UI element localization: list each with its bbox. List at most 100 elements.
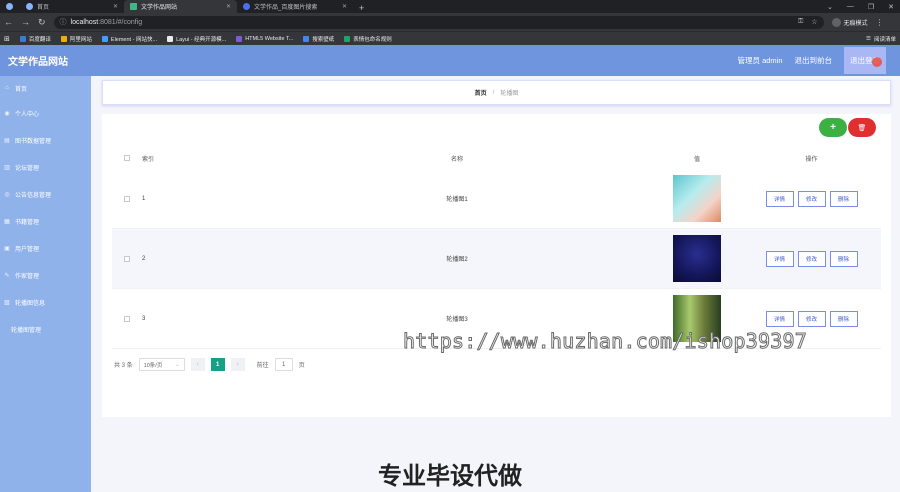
- bookmark[interactable]: 百度翻译: [19, 35, 51, 43]
- profile-label: 无痕模式: [843, 20, 868, 27]
- select-all-checkbox[interactable]: [124, 155, 130, 161]
- app-title: 文学作品网站: [8, 57, 68, 68]
- row-checkbox[interactable]: [124, 315, 130, 322]
- goto-page-input[interactable]: 1: [274, 358, 293, 371]
- bookmark-icon: [303, 35, 310, 42]
- table-row: 2 轮播图2 详情 修改 删除: [112, 229, 881, 289]
- delete-button[interactable]: 删除: [829, 250, 858, 267]
- detail-button[interactable]: 详情: [765, 250, 794, 267]
- sidebar-item-book-data[interactable]: ▤ 图书数据管理: [0, 127, 91, 154]
- row-checkbox[interactable]: [124, 255, 130, 262]
- next-page-button[interactable]: ›: [230, 358, 245, 371]
- pagination-total: 共 3 条: [114, 363, 133, 369]
- apps-icon[interactable]: ⊞: [4, 35, 10, 43]
- browser-tab-search[interactable]: 文学作品_百度图片搜索 ✕: [237, 0, 353, 13]
- reload-icon[interactable]: ↻: [38, 17, 46, 28]
- incognito-profile[interactable]: 无痕模式: [831, 17, 868, 27]
- breadcrumb-current: 轮播图: [500, 91, 519, 97]
- close-window-icon[interactable]: ✕: [888, 3, 894, 11]
- table-row: 1 轮播图1 详情 修改 删除: [112, 169, 881, 229]
- delete-button[interactable]: 删除: [829, 190, 858, 207]
- sidebar-item-notice[interactable]: ◎ 公告信息管理: [0, 181, 91, 208]
- bookmark[interactable]: Element - 网站快...: [101, 35, 158, 43]
- delete-button[interactable]: 删除: [829, 310, 858, 327]
- user-icon: ◉: [4, 111, 10, 117]
- close-icon[interactable]: ✕: [342, 3, 347, 10]
- edit-button[interactable]: 修改: [797, 250, 826, 267]
- chevron-down-icon[interactable]: ⌄: [827, 3, 833, 11]
- header-ops: 操作: [805, 156, 818, 163]
- bookmark[interactable]: Layui - 经典开源模...: [167, 35, 226, 43]
- menu-icon[interactable]: ⋮: [876, 18, 884, 27]
- browser-tab[interactable]: [0, 0, 20, 13]
- page-suffix: 页: [298, 363, 305, 369]
- minimize-icon[interactable]: —: [847, 3, 854, 10]
- info-icon[interactable]: ⓘ: [60, 17, 67, 27]
- reading-list-label: 阅读清单: [873, 36, 896, 43]
- sidebar-item-profile[interactable]: ◉ 个人中心: [0, 100, 91, 127]
- detail-button[interactable]: 详情: [765, 190, 794, 207]
- bookmark[interactable]: 搜索壁纸: [303, 35, 334, 43]
- bookmarks-bar: ⊞ 百度翻译 阿里网站 Element - 网站快... Layui - 经典开…: [0, 31, 900, 45]
- bookmark[interactable]: 表情包命名规则: [344, 35, 392, 43]
- chrome-icon: [6, 3, 13, 10]
- reading-list[interactable]: ☰ 阅读清单: [866, 35, 896, 43]
- bookmark[interactable]: HTML5 Website T...: [236, 35, 294, 42]
- prev-page-button[interactable]: ‹: [190, 358, 205, 371]
- bookmark-label: Layui - 经典开源模...: [176, 36, 227, 43]
- address-bar[interactable]: ⓘ localhost:8081/#/config ⚿ ☆: [53, 15, 824, 29]
- back-icon[interactable]: ←: [4, 17, 13, 27]
- close-icon[interactable]: ✕: [226, 3, 231, 10]
- users-icon: ▣: [4, 246, 10, 252]
- breadcrumb-separator: /: [492, 89, 495, 96]
- breadcrumb: 首页 / 轮播图: [102, 80, 891, 105]
- exit-to-front-link[interactable]: 退出到前台: [795, 55, 833, 66]
- sidebar-item-carousel-info[interactable]: ▧ 轮播图信息: [0, 289, 91, 316]
- maximize-icon[interactable]: ❐: [868, 3, 874, 11]
- bookmark[interactable]: 阿里网站: [60, 35, 92, 43]
- bookmark-label: HTML5 Website T...: [245, 35, 294, 42]
- breadcrumb-home[interactable]: 首页: [475, 88, 487, 97]
- row-checkbox[interactable]: [124, 195, 130, 202]
- close-icon[interactable]: ✕: [113, 3, 118, 10]
- browser-tab-active[interactable]: 文学作品网站 ✕: [124, 0, 237, 13]
- bookmark-icon: [101, 35, 108, 42]
- sidebar-item-books[interactable]: ▦ 书籍管理: [0, 208, 91, 235]
- carousel-thumbnail[interactable]: [673, 175, 721, 222]
- sidebar: ⌂ 首页 ◉ 个人中心 ▤ 图书数据管理 ▥ 论坛管理 ◎ 公告信息管理 ▦ 书籍管理 ▣ 用…: [0, 76, 91, 492]
- key-icon[interactable]: ⚿: [798, 18, 803, 26]
- edit-button[interactable]: 修改: [797, 190, 826, 207]
- sidebar-item-label: 个人中心: [15, 112, 40, 118]
- bookmark-icon: [19, 35, 26, 42]
- cell-name: 轮播图3: [446, 317, 468, 323]
- tab-title: 文学作品网站: [141, 5, 178, 11]
- bookmark-label: Element - 网站快...: [110, 36, 158, 43]
- forward-icon[interactable]: →: [21, 17, 30, 27]
- sidebar-item-home[interactable]: ⌂ 首页: [0, 76, 91, 100]
- new-tab-button[interactable]: +: [353, 3, 370, 13]
- browser-tabbar: 首页 ✕ 文学作品网站 ✕ 文学作品_百度图片搜索 ✕ + ⌄ — ❐ ✕: [0, 0, 900, 13]
- carousel-thumbnail[interactable]: [673, 235, 721, 282]
- sidebar-item-users[interactable]: ▣ 用户管理: [0, 235, 91, 262]
- writer-icon: ✎: [4, 273, 10, 279]
- add-button[interactable]: +: [819, 118, 847, 137]
- sidebar-item-forum[interactable]: ▥ 论坛管理: [0, 154, 91, 181]
- detail-button[interactable]: 详情: [765, 310, 794, 327]
- page-size-select[interactable]: 10条/页 ⌄: [138, 358, 185, 371]
- goto-label: 前往: [256, 363, 269, 369]
- browser-tab-home[interactable]: 首页 ✕: [20, 0, 124, 13]
- batch-delete-button[interactable]: 🗑: [848, 118, 876, 137]
- edit-button[interactable]: 修改: [797, 310, 826, 327]
- logout-button[interactable]: 退出登录: [844, 47, 886, 74]
- sidebar-item-label: 用户管理: [15, 247, 40, 253]
- header-value: 值: [693, 156, 700, 163]
- sidebar-item-writers[interactable]: ✎ 作家管理: [0, 262, 91, 289]
- caption-text: 专业毕设代做: [378, 462, 522, 490]
- cell-index: 3: [142, 315, 146, 322]
- sidebar-item-label: 公告信息管理: [15, 193, 52, 199]
- bookmark-icon: [60, 35, 67, 42]
- sidebar-item-carousel-manage[interactable]: 轮播图管理: [0, 316, 91, 343]
- page-number-current[interactable]: 1: [210, 358, 225, 371]
- star-icon[interactable]: ☆: [811, 18, 817, 26]
- sidebar-item-label: 书籍管理: [15, 220, 40, 226]
